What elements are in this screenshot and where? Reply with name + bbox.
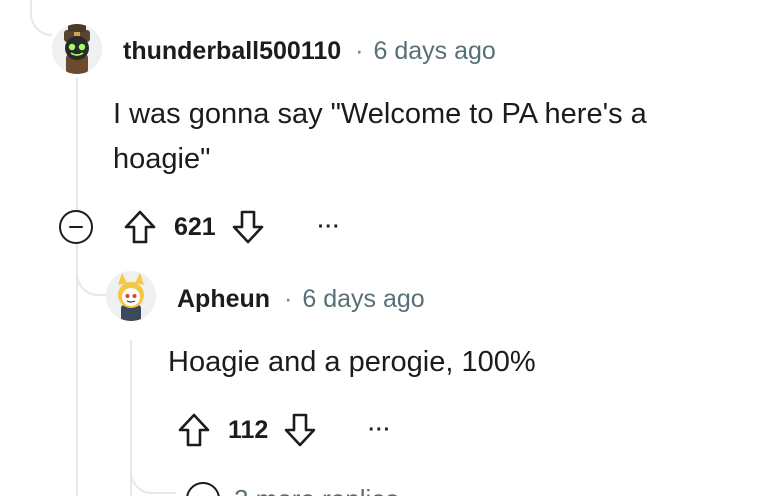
comment-2-meta: Apheun · 6 days ago xyxy=(177,282,425,316)
timestamp[interactable]: 6 days ago xyxy=(302,285,424,314)
comment-thread: thunderball500110 · 6 days ago I was gon… xyxy=(0,0,764,496)
more-options-button[interactable]: ··· xyxy=(368,419,391,442)
vote-score: 112 xyxy=(228,415,269,444)
downvote-arrow-icon xyxy=(232,210,264,244)
downvote-button[interactable] xyxy=(228,205,268,249)
comment-1-thread-line-lower xyxy=(76,246,78,496)
robot-avatar-icon xyxy=(52,24,102,74)
expand-replies-icon xyxy=(186,482,220,496)
comment-2-actions: 112 ··· xyxy=(174,408,391,452)
upvote-button[interactable] xyxy=(120,205,160,249)
more-options-button[interactable]: ··· xyxy=(318,216,341,239)
minus-icon xyxy=(69,225,83,229)
collapse-thread-button[interactable] xyxy=(59,210,93,244)
username[interactable]: Apheun xyxy=(177,285,270,314)
downvote-button[interactable] xyxy=(280,408,320,452)
comment-1-thread-line xyxy=(76,78,78,210)
timestamp[interactable]: 6 days ago xyxy=(373,37,495,66)
upvote-button[interactable] xyxy=(174,408,214,452)
vote-score: 621 xyxy=(174,212,216,241)
snoo-avatar-icon xyxy=(106,271,156,321)
comment-1-body: I was gonna say "Welcome to PA here's a … xyxy=(113,98,647,175)
username[interactable]: thunderball500110 xyxy=(123,37,341,66)
downvote-arrow-icon xyxy=(285,413,316,447)
comment-2-body: Hoagie and a perogie, 100% xyxy=(168,346,536,378)
more-replies-curve xyxy=(130,440,176,494)
comment-1-meta: thunderball500110 · 6 days ago xyxy=(123,34,496,68)
comment-1-actions: 621 ··· xyxy=(120,205,341,249)
meta-separator: · xyxy=(284,284,293,313)
upvote-arrow-icon xyxy=(178,413,210,447)
user-avatar[interactable] xyxy=(52,24,102,74)
meta-separator: · xyxy=(355,36,364,65)
more-replies-button[interactable]: 2 more replies xyxy=(186,482,399,496)
more-replies-label: 2 more replies xyxy=(234,484,399,496)
reply-thread-curve xyxy=(76,244,108,296)
upvote-arrow-icon xyxy=(124,210,156,244)
parent-thread-curve xyxy=(30,0,52,36)
user-avatar[interactable] xyxy=(106,271,156,321)
